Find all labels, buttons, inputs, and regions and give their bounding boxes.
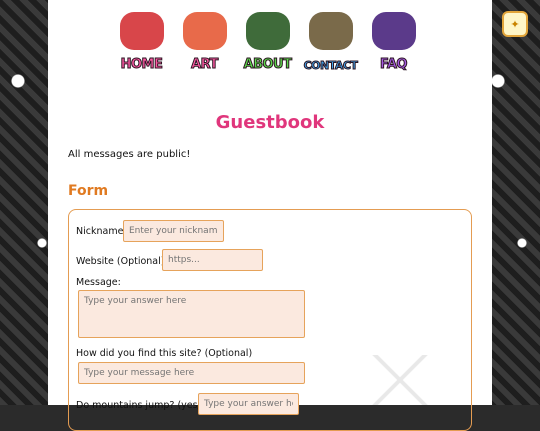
nav-contact[interactable]: CONTACT — [301, 8, 360, 74]
character-icon — [309, 12, 353, 50]
wizard-hat-icon — [372, 12, 416, 50]
nav-faq[interactable]: FAQ — [364, 8, 423, 74]
website-input[interactable] — [162, 249, 263, 271]
message-label: Message: — [76, 277, 121, 288]
nav-contact-label: CONTACT — [303, 59, 358, 73]
main-nav: HOME ART ABOUT CONTACT FAQ — [112, 8, 424, 74]
nav-art-label: ART — [191, 57, 219, 73]
found-site-label: How did you find this site? (Optional) — [76, 348, 253, 359]
nav-home[interactable]: HOME — [112, 8, 171, 74]
red-creature-icon — [120, 12, 164, 50]
nickname-label: Nickname: — [76, 226, 127, 237]
mountains-jump-input[interactable] — [198, 393, 299, 415]
background-decoration — [370, 355, 430, 405]
found-site-input[interactable] — [78, 362, 305, 384]
nav-about[interactable]: ABOUT — [238, 8, 297, 74]
nav-faq-label: FAQ — [379, 57, 408, 73]
page-content: HOME ART ABOUT CONTACT FAQ Guestbook All… — [48, 0, 492, 431]
form-heading: Form — [68, 183, 109, 199]
nav-art[interactable]: ART — [175, 8, 234, 74]
page-title: Guestbook — [215, 112, 325, 133]
nickname-input[interactable] — [123, 220, 224, 242]
message-textarea[interactable] — [78, 290, 305, 338]
green-cube-icon — [246, 12, 290, 50]
website-label: Website (Optional): — [76, 256, 168, 267]
mountains-jump-label: Do mountains jump? (yes/no) — [76, 400, 217, 411]
nav-about-label: ABOUT — [243, 57, 292, 73]
lightbulb-icon[interactable]: ✦ — [502, 11, 528, 37]
intro-text: All messages are public! — [68, 149, 191, 160]
nav-home-label: HOME — [120, 57, 163, 73]
palette-icon — [183, 12, 227, 50]
